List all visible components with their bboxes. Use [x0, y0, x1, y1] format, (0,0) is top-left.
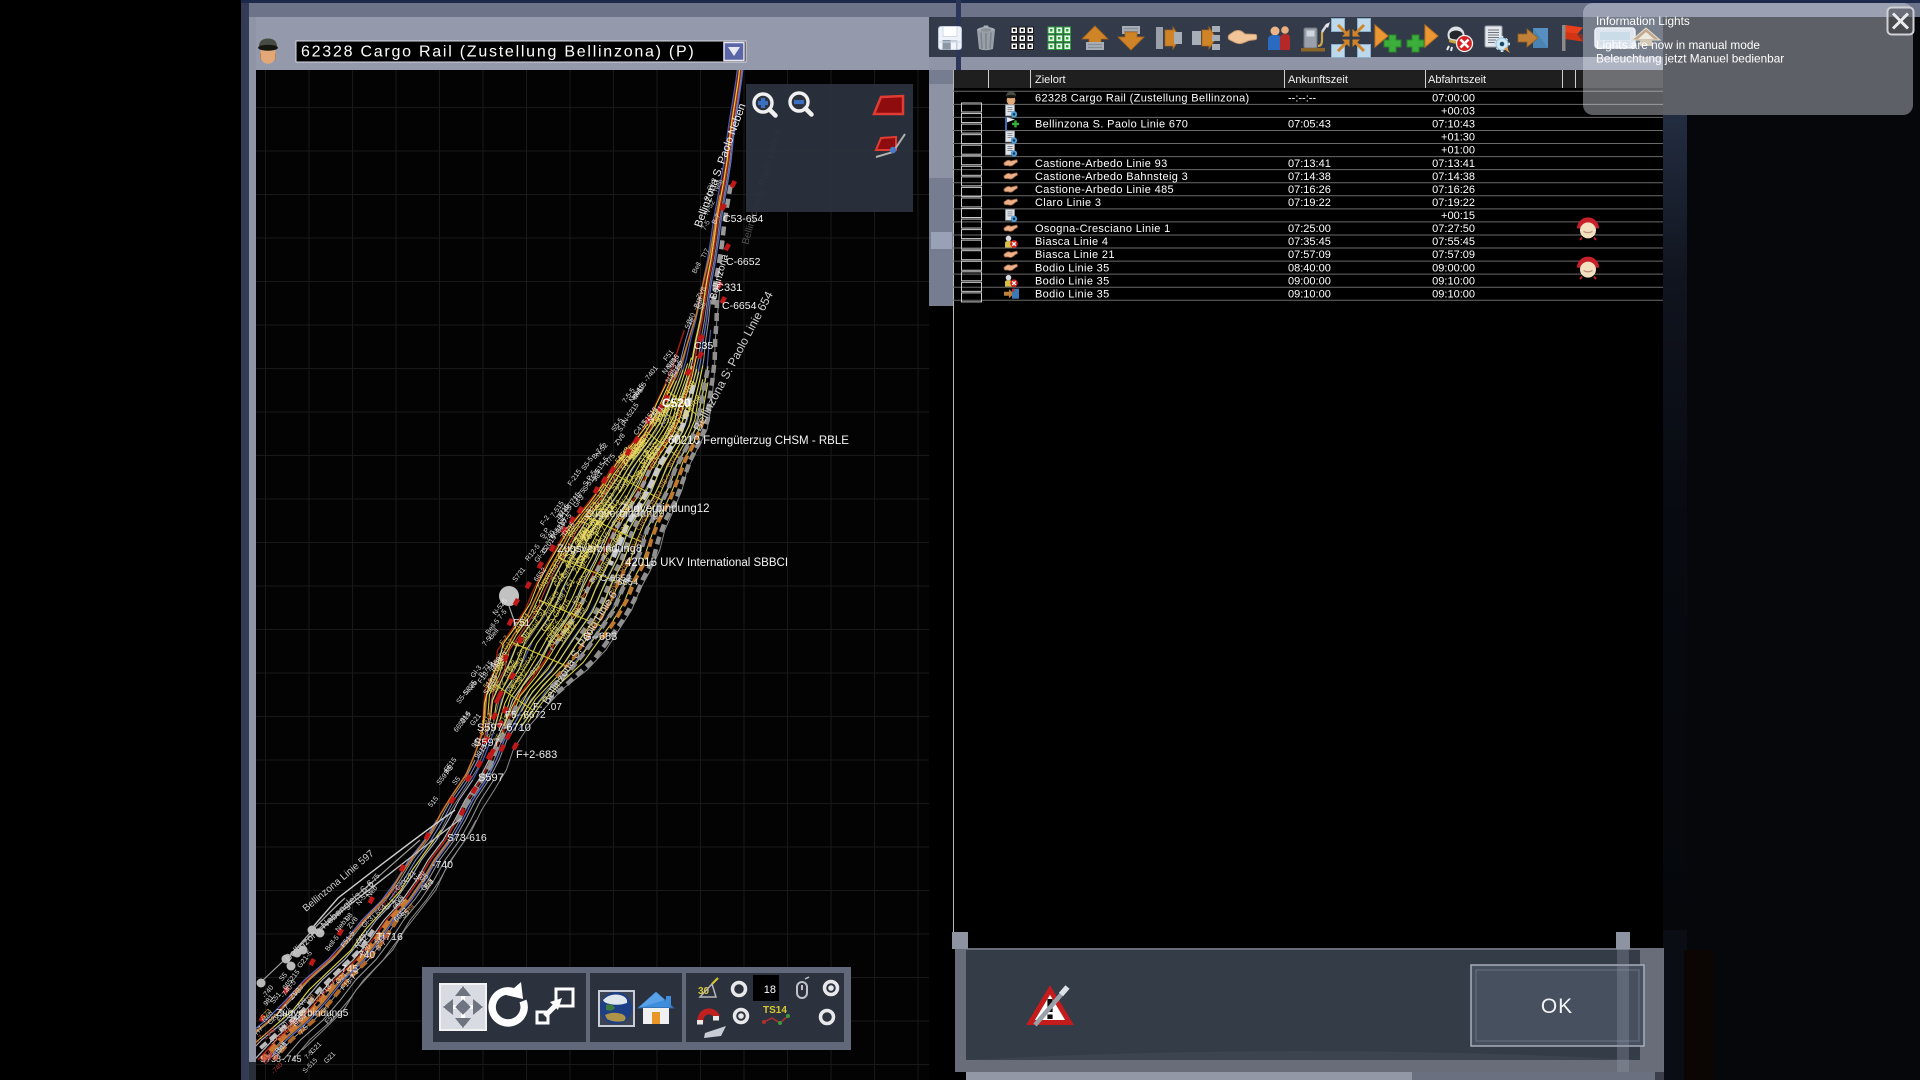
svg-text:C331: C331 — [716, 282, 742, 294]
svg-text:C-6654: C-6654 — [722, 300, 757, 312]
svg-text:F+2-683: F+2-683 — [516, 749, 557, 761]
svg-text:62328 Cargo Rail (Zustellung B: 62328 Cargo Rail (Zustellung Bellinzona) — [1035, 93, 1250, 105]
svg-text:09:00:00: 09:00:00 — [1432, 262, 1475, 274]
svg-text:Bodio Linie 35: Bodio Linie 35 — [1035, 262, 1110, 274]
svg-text:OK: OK — [1541, 995, 1573, 1018]
svg-text:07:16:26: 07:16:26 — [1288, 184, 1331, 196]
svg-text:Zielort: Zielort — [1035, 74, 1066, 86]
svg-text:60210 Ferngüterzug CHSM - RBLE: 60210 Ferngüterzug CHSM - RBLE — [668, 435, 849, 447]
svg-text:Biasca Linie 21: Biasca Linie 21 — [1035, 249, 1115, 261]
svg-text:Biasca Linie 4: Biasca Linie 4 — [1035, 236, 1108, 248]
svg-text:Castione-Arbedo Linie 93: Castione-Arbedo Linie 93 — [1035, 158, 1168, 170]
svg-text:07:35:45: 07:35:45 — [1288, 236, 1331, 248]
svg-text:07:00:00: 07:00:00 — [1432, 93, 1475, 105]
svg-text:G--683: G--683 — [583, 631, 617, 643]
svg-text:07:19:22: 07:19:22 — [1288, 197, 1331, 209]
svg-text:09:10:00: 09:10:00 — [1432, 288, 1475, 300]
svg-text:--:--:--: --:--:-- — [1288, 93, 1316, 105]
svg-text:+01:00: +01:00 — [1441, 145, 1475, 157]
svg-text:07:14:38: 07:14:38 — [1432, 171, 1475, 183]
svg-text:07:10:43: 07:10:43 — [1432, 119, 1475, 131]
svg-text:+00:15: +00:15 — [1441, 210, 1475, 222]
svg-text:S597: S597 — [478, 772, 504, 784]
svg-text:07:57:09: 07:57:09 — [1432, 249, 1475, 261]
svg-text:C-6652: C-6652 — [726, 256, 761, 268]
svg-text:09:10:00: 09:10:00 — [1432, 275, 1475, 287]
svg-text:Abfahrtszeit: Abfahrtszeit — [1428, 74, 1486, 86]
svg-text:07:16:26: 07:16:26 — [1432, 184, 1475, 196]
svg-text:TS14: TS14 — [763, 1005, 787, 1016]
svg-text:Beleuchtung jetzt Manuel bedie: Beleuchtung jetzt Manuel bedienbar — [1596, 52, 1784, 66]
svg-text:07:27:50: 07:27:50 — [1432, 223, 1475, 235]
svg-text:S597: S597 — [474, 737, 500, 749]
svg-text:Zugsverbindung8: Zugsverbindung8 — [557, 543, 642, 555]
svg-text:Information Lights: Information Lights — [1596, 14, 1690, 28]
svg-text:07:55:45: 07:55:45 — [1432, 236, 1475, 248]
svg-text:-740: -740 — [432, 859, 453, 871]
svg-text:Osogna-Cresciano Linie 1: Osogna-Cresciano Linie 1 — [1035, 223, 1171, 235]
svg-text:07:25:00: 07:25:00 — [1288, 223, 1331, 235]
svg-text:Lights are now in manual mode: Lights are now in manual mode — [1596, 38, 1760, 52]
svg-text:C520: C520 — [662, 396, 691, 410]
svg-text:Claro Linie 3: Claro Linie 3 — [1035, 197, 1101, 209]
svg-text:07:14:38: 07:14:38 — [1288, 171, 1331, 183]
svg-text:09:00:00: 09:00:00 — [1288, 275, 1331, 287]
svg-text:C53-654: C53-654 — [723, 213, 763, 225]
svg-text:18: 18 — [764, 984, 776, 996]
svg-text:Bodio Linie 35: Bodio Linie 35 — [1035, 275, 1110, 287]
svg-text:07:13:41: 07:13:41 — [1288, 158, 1331, 170]
svg-text:S73-616: S73-616 — [447, 832, 487, 844]
svg-text:09:10:00: 09:10:00 — [1288, 288, 1331, 300]
svg-text:S597-6710: S597-6710 — [477, 722, 531, 734]
svg-text:F5--6672: F5--6672 — [505, 710, 546, 721]
svg-text:F51: F51 — [513, 618, 531, 629]
svg-text:07:13:41: 07:13:41 — [1432, 158, 1475, 170]
svg-text:07:57:09: 07:57:09 — [1288, 249, 1331, 261]
svg-text:Bellinzona S. Paolo Linie 670: Bellinzona S. Paolo Linie 670 — [1035, 119, 1188, 131]
svg-text:07:05:43: 07:05:43 — [1288, 119, 1331, 131]
svg-text:+00:03: +00:03 — [1441, 106, 1475, 118]
svg-text:42015 UKV International SBBCI: 42015 UKV International SBBCI — [625, 557, 788, 569]
svg-text:Ankunftszeit: Ankunftszeit — [1288, 74, 1348, 86]
svg-text:C35: C35 — [694, 340, 713, 352]
svg-text:62328 Cargo Rail (Zustellung B: 62328 Cargo Rail (Zustellung Bellinzona)… — [301, 44, 696, 61]
svg-text:Bodio Linie 35: Bodio Linie 35 — [1035, 288, 1110, 300]
svg-text:Castione-Arbedo Linie 485: Castione-Arbedo Linie 485 — [1035, 184, 1174, 196]
svg-text:+01:30: +01:30 — [1441, 132, 1475, 144]
svg-text:08:40:00: 08:40:00 — [1288, 262, 1331, 274]
svg-text:Zugverbindung9: Zugverbindung9 — [585, 508, 665, 520]
svg-text:Castione-Arbedo Bahnsteig 3: Castione-Arbedo Bahnsteig 3 — [1035, 171, 1188, 183]
svg-text:07:19:22: 07:19:22 — [1432, 197, 1475, 209]
svg-text:-6654: -6654 — [614, 577, 638, 588]
